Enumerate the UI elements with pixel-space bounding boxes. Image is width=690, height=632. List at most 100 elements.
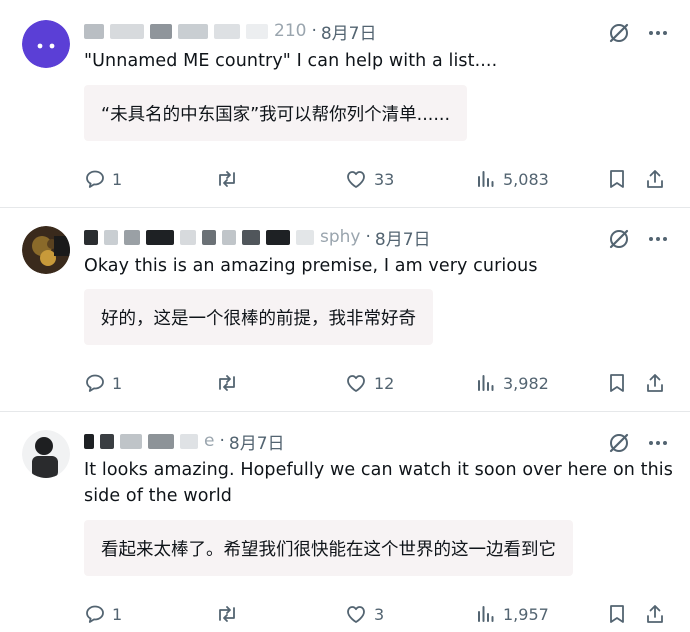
redacted-handle — [180, 229, 196, 245]
bookmark-icon — [606, 168, 634, 190]
like-icon — [344, 372, 374, 394]
like-count: 3 — [374, 604, 385, 624]
bookmark-icon — [606, 372, 634, 394]
tweet-actions: 1 33 5,083 — [84, 164, 674, 194]
views-icon — [475, 168, 503, 190]
share-icon — [644, 603, 672, 625]
views-icon — [475, 603, 503, 625]
redacted-name — [84, 433, 94, 449]
user-handle-fragment[interactable]: sphy — [320, 227, 360, 247]
tweet-actions: 1 12 3,982 — [84, 368, 674, 398]
redacted-handle — [150, 23, 172, 39]
views-button[interactable]: 1,957 — [475, 599, 549, 629]
redacted-handle — [222, 229, 236, 245]
reply-count: 1 — [112, 373, 123, 393]
views-count: 3,982 — [503, 373, 549, 393]
redacted-handle — [120, 433, 142, 449]
reply-button[interactable]: 1 — [84, 164, 122, 194]
tweet-header: sphy · 8月7日 — [84, 224, 431, 250]
like-button[interactable]: 3 — [344, 599, 384, 629]
tweet-top-icons — [608, 22, 668, 44]
tweet-top-icons — [608, 228, 668, 250]
like-count: 12 — [374, 373, 395, 393]
header-separator: · — [311, 21, 317, 41]
repost-button[interactable] — [215, 164, 245, 194]
tweet-3[interactable]: e · 8月7日 It looks amazing. Hopefully we … — [0, 412, 690, 632]
reply-button[interactable]: 1 — [84, 368, 122, 398]
reply-button[interactable]: 1 — [84, 599, 122, 629]
redacted-handle — [178, 23, 208, 39]
redacted-name — [84, 229, 98, 245]
redacted-name — [100, 433, 114, 449]
like-icon — [344, 603, 374, 625]
redacted-handle — [214, 23, 240, 39]
repost-icon — [215, 168, 245, 190]
redacted-handle — [296, 229, 314, 245]
tweet-text: It looks amazing. Hopefully we can watch… — [84, 460, 673, 506]
user-handle-fragment[interactable]: e — [204, 431, 214, 451]
share-icon — [644, 168, 672, 190]
more-icon[interactable] — [648, 440, 668, 446]
tweet-translation: 看起来太棒了。希望我们很快能在这个世界的这一边看到它 — [84, 520, 573, 576]
views-button[interactable]: 3,982 — [475, 368, 549, 398]
like-count: 33 — [374, 169, 395, 189]
repost-button[interactable] — [215, 368, 245, 398]
tweet-date[interactable]: 8月7日 — [229, 429, 285, 454]
share-icon — [644, 372, 672, 394]
tweet-top-icons — [608, 432, 668, 454]
tweet-actions: 1 3 1,957 — [84, 599, 674, 629]
redacted-handle — [180, 433, 198, 449]
avatar[interactable] — [22, 226, 70, 274]
repost-icon — [215, 603, 245, 625]
redacted-handle — [148, 433, 174, 449]
header-separator: · — [219, 431, 225, 451]
tweet-header: 210 · 8月7日 — [84, 18, 377, 44]
user-handle-fragment[interactable]: 210 — [274, 21, 306, 41]
more-icon[interactable] — [648, 30, 668, 36]
reply-icon — [84, 372, 112, 394]
like-icon — [344, 168, 374, 190]
redacted-name — [104, 229, 118, 245]
grok-icon[interactable] — [608, 228, 630, 250]
redacted-name — [124, 229, 140, 245]
tweet-text: "Unnamed ME country" I can help with a l… — [84, 51, 498, 71]
redacted-name — [110, 23, 144, 39]
reply-count: 1 — [112, 169, 123, 189]
like-button[interactable]: 12 — [344, 368, 394, 398]
bookmark-icon — [606, 603, 634, 625]
header-separator: · — [365, 227, 371, 247]
reply-icon — [84, 168, 112, 190]
redacted-handle — [246, 23, 268, 39]
tweet-translation: 好的，这是一个很棒的前提，我非常好奇 — [84, 289, 433, 345]
repost-icon — [215, 372, 245, 394]
bookmark-button[interactable] — [606, 599, 634, 629]
bookmark-button[interactable] — [606, 164, 634, 194]
grok-icon[interactable] — [608, 432, 630, 454]
share-button[interactable] — [644, 599, 672, 629]
like-button[interactable]: 33 — [344, 164, 394, 194]
redacted-handle — [202, 229, 216, 245]
grok-icon[interactable] — [608, 22, 630, 44]
tweet-2[interactable]: sphy · 8月7日 Okay this is an amazing prem… — [0, 208, 690, 411]
tweet-date[interactable]: 8月7日 — [375, 225, 431, 250]
views-button[interactable]: 5,083 — [475, 164, 549, 194]
redacted-name — [146, 229, 174, 245]
redacted-name — [84, 23, 104, 39]
repost-button[interactable] — [215, 599, 245, 629]
tweet-translation: “未具名的中东国家”我可以帮你列个清单...... — [84, 85, 468, 141]
views-icon — [475, 372, 503, 394]
tweet-date[interactable]: 8月7日 — [321, 19, 377, 44]
share-button[interactable] — [644, 368, 672, 398]
more-icon[interactable] — [648, 236, 668, 242]
views-count: 5,083 — [503, 169, 549, 189]
tweet-1[interactable]: 210 · 8月7日 "Unnamed ME country" I can he… — [0, 0, 690, 207]
tweet-header: e · 8月7日 — [84, 428, 285, 454]
avatar[interactable] — [22, 430, 70, 478]
redacted-handle — [242, 229, 260, 245]
bookmark-button[interactable] — [606, 368, 634, 398]
reply-count: 1 — [112, 604, 123, 624]
avatar[interactable] — [22, 20, 70, 68]
tweet-text: Okay this is an amazing premise, I am ve… — [84, 256, 538, 276]
share-button[interactable] — [644, 164, 672, 194]
reply-icon — [84, 603, 112, 625]
